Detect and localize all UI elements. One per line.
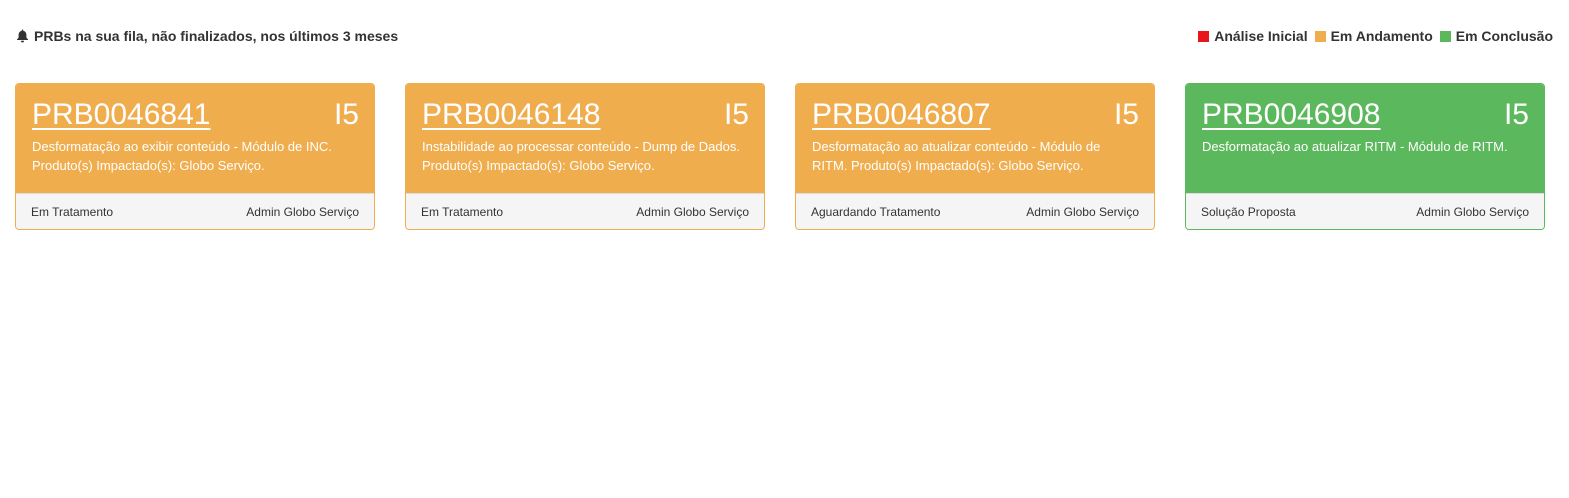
prb-number-link[interactable]: PRB0046807 bbox=[812, 96, 990, 134]
prb-description: Instabilidade ao processar conteúdo - Du… bbox=[422, 139, 740, 173]
prb-priority: I5 bbox=[1113, 98, 1139, 131]
prb-priority: I5 bbox=[333, 98, 359, 131]
prb-card-footer: Solução Proposta Admin Globo Serviço bbox=[1186, 193, 1544, 229]
prb-status: Solução Proposta bbox=[1201, 204, 1296, 219]
prb-status: Em Tratamento bbox=[421, 204, 504, 219]
legend-swatch bbox=[1314, 30, 1326, 42]
prb-assignee: Admin Globo Serviço bbox=[1416, 204, 1529, 219]
prb-card-body: PRB0046148 I5 Instabilidade ao processar… bbox=[406, 84, 764, 193]
prb-card-footer: Aguardando Tratamento Admin Globo Serviç… bbox=[796, 193, 1154, 229]
legend-label: Análise Inicial bbox=[1214, 28, 1308, 44]
prb-description: Desformatação ao atualizar conteúdo - Mó… bbox=[812, 139, 1101, 173]
prb-description: Desformatação ao exibir conteúdo - Módul… bbox=[32, 139, 332, 173]
prb-card-body: PRB0046908 I5 Desformatação ao atualizar… bbox=[1186, 84, 1544, 193]
prb-description: Desformatação ao atualizar RITM - Módulo… bbox=[1202, 139, 1508, 154]
prb-card-body: PRB0046807 I5 Desformatação ao atualizar… bbox=[796, 84, 1154, 193]
prb-card: PRB0046841 I5 Desformatação ao exibir co… bbox=[15, 83, 375, 230]
prb-card-footer: Em Tratamento Admin Globo Serviço bbox=[406, 193, 764, 229]
prb-assignee: Admin Globo Serviço bbox=[1026, 204, 1139, 219]
legend-item-em-conclusao: Em Conclusão bbox=[1439, 28, 1553, 44]
prb-card-top: PRB0046908 I5 bbox=[1202, 96, 1529, 134]
page-header: PRBs na sua fila, não finalizados, nos ú… bbox=[16, 26, 1553, 46]
prb-card: PRB0046807 I5 Desformatação ao atualizar… bbox=[795, 83, 1155, 230]
prb-number-link[interactable]: PRB0046841 bbox=[32, 96, 210, 134]
prb-card-list: PRB0046841 I5 Desformatação ao exibir co… bbox=[15, 83, 1545, 230]
prb-card-top: PRB0046841 I5 bbox=[32, 96, 359, 134]
prb-card: PRB0046148 I5 Instabilidade ao processar… bbox=[405, 83, 765, 230]
prb-number-link[interactable]: PRB0046148 bbox=[422, 96, 600, 134]
legend-label: Em Conclusão bbox=[1455, 28, 1553, 44]
prb-assignee: Admin Globo Serviço bbox=[246, 204, 359, 219]
prb-card: PRB0046908 I5 Desformatação ao atualizar… bbox=[1185, 83, 1545, 230]
prb-card-body: PRB0046841 I5 Desformatação ao exibir co… bbox=[16, 84, 374, 193]
prb-priority: I5 bbox=[723, 98, 749, 131]
legend-label: Em Andamento bbox=[1330, 28, 1433, 44]
prb-priority: I5 bbox=[1503, 98, 1529, 131]
prb-number-link[interactable]: PRB0046908 bbox=[1202, 96, 1380, 134]
prb-card-top: PRB0046148 I5 bbox=[422, 96, 749, 134]
legend-item-analise-inicial: Análise Inicial bbox=[1198, 28, 1308, 44]
legend-swatch bbox=[1198, 30, 1210, 42]
page-title: PRBs na sua fila, não finalizados, nos ú… bbox=[16, 28, 398, 44]
prb-status: Em Tratamento bbox=[31, 204, 114, 219]
prb-assignee: Admin Globo Serviço bbox=[636, 204, 749, 219]
page-title-text: PRBs na sua fila, não finalizados, nos ú… bbox=[34, 28, 399, 44]
prb-status: Aguardando Tratamento bbox=[811, 204, 941, 219]
legend-item-em-andamento: Em Andamento bbox=[1314, 28, 1433, 44]
bell-icon bbox=[16, 29, 29, 43]
prb-card-footer: Em Tratamento Admin Globo Serviço bbox=[16, 193, 374, 229]
legend-swatch bbox=[1439, 30, 1451, 42]
prb-card-top: PRB0046807 I5 bbox=[812, 96, 1139, 134]
legend: Análise Inicial Em Andamento Em Conclusã… bbox=[1191, 28, 1553, 44]
